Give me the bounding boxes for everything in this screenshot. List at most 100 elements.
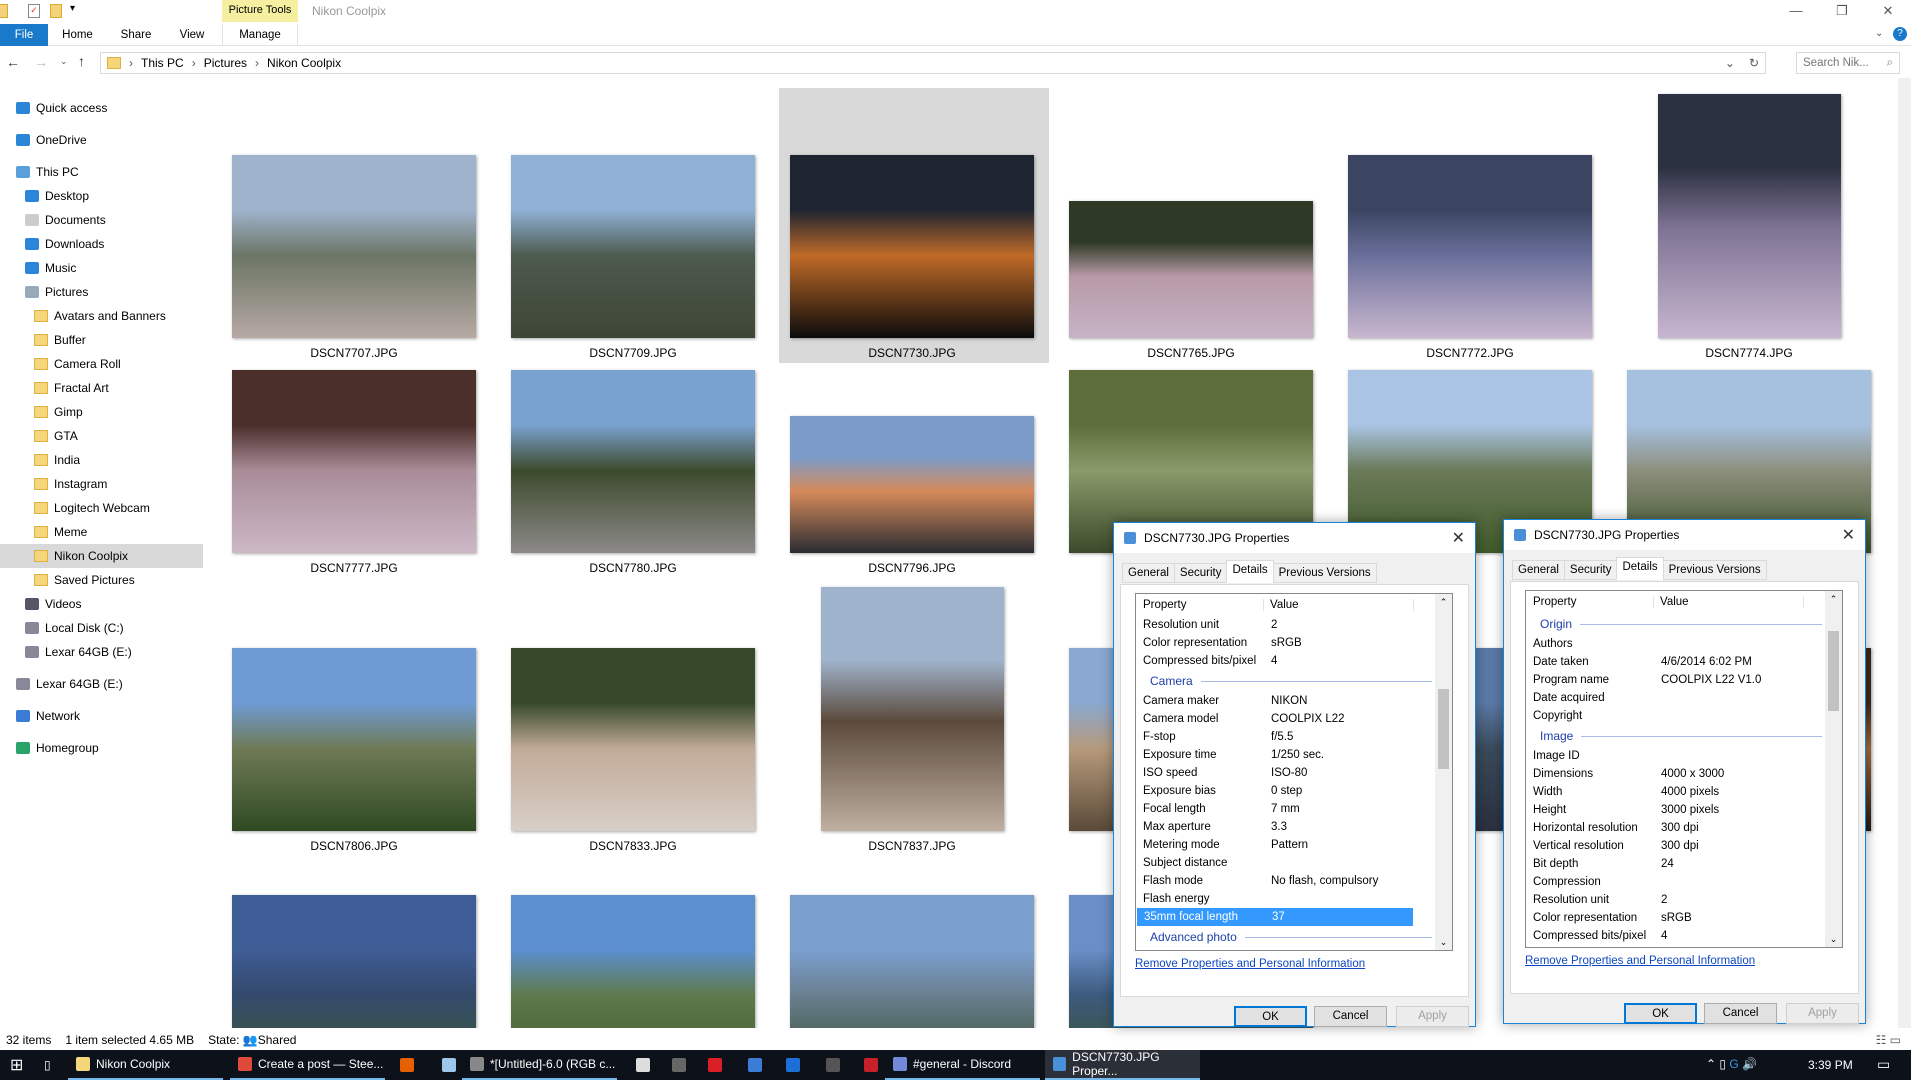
sidebar-item[interactable]: Buffer [0,328,203,352]
tab-general[interactable]: General [1512,560,1565,580]
property-row[interactable]: Color representation sRGB [1136,634,1452,652]
close-button[interactable]: ✕ [1865,0,1911,22]
image-thumbnail[interactable] [511,648,755,831]
sidebar-item[interactable]: Logitech Webcam [0,496,203,520]
tab-manage[interactable]: Manage [222,24,298,46]
tab-general[interactable]: General [1122,563,1175,583]
recent-locations-button[interactable]: ⌄ [60,56,68,67]
property-row[interactable]: Height 3000 pixels [1526,801,1842,819]
task-view-button[interactable]: ▯ [36,1050,51,1080]
column-header-value[interactable]: Value [1654,596,1804,608]
sidebar-item[interactable]: OneDrive [0,128,203,152]
sidebar-item[interactable]: Videos [0,592,203,616]
sidebar-item[interactable]: Downloads [0,232,203,256]
property-row[interactable]: Metering mode Pattern [1136,836,1452,854]
image-thumbnail[interactable] [1657,94,1841,338]
sidebar-item[interactable]: Desktop [0,184,203,208]
tab-details[interactable]: Details [1616,557,1664,580]
back-button[interactable]: ← [6,54,20,70]
sidebar-item[interactable]: Documents [0,208,203,232]
tab-previous-versions[interactable]: Previous Versions [1272,563,1377,583]
close-icon[interactable]: ✕ [1842,525,1855,545]
action-center-icon[interactable]: ▭ [1877,1056,1890,1073]
clock[interactable]: 3:39 PM [1808,1058,1853,1072]
help-icon[interactable]: ? [1893,27,1907,41]
taskbar-item[interactable] [392,1050,422,1080]
property-row[interactable]: Compressed bits/pixel 4 [1136,652,1452,670]
property-row[interactable]: Resolution unit 2 [1526,891,1842,909]
image-thumbnail[interactable] [232,370,476,553]
image-thumbnail[interactable] [511,895,755,1028]
maximize-button[interactable]: ❐ [1819,0,1865,22]
property-row[interactable]: Exposure bias 0 step [1136,782,1452,800]
sidebar-item[interactable]: Nikon Coolpix [0,544,203,568]
taskbar-item[interactable] [434,1050,464,1080]
property-row[interactable]: Program name COOLPIX L22 V1.0 [1526,671,1842,689]
property-row[interactable]: Resolution unit 2 [1136,616,1452,634]
property-row[interactable]: Copyright [1526,707,1842,725]
up-button[interactable]: ↑ [78,53,85,69]
sidebar-item[interactable]: Lexar 64GB (E:) [0,672,203,696]
property-row[interactable]: Vertical resolution 300 dpi [1526,837,1842,855]
property-row[interactable]: Date acquired [1526,689,1842,707]
sidebar-item[interactable]: Meme [0,520,203,544]
property-row[interactable]: Focal length 7 mm [1136,800,1452,818]
sidebar-item[interactable]: This PC [0,160,203,184]
sidebar-item[interactable]: Lexar 64GB (E:) [0,640,203,664]
property-row[interactable]: Authors [1526,635,1842,653]
sidebar-item[interactable]: Local Disk (C:) [0,616,203,640]
image-thumbnail[interactable] [790,155,1034,338]
image-thumbnail[interactable] [511,370,755,553]
refresh-icon[interactable]: ↻ [1749,56,1759,70]
sidebar-item[interactable]: India [0,448,203,472]
breadcrumb-nikon-coolpix[interactable]: Nikon Coolpix [267,56,341,70]
sidebar-item[interactable]: Network [0,704,203,728]
taskbar-item[interactable]: *[Untitled]-6.0 (RGB c... [462,1050,617,1080]
property-row[interactable]: Flash energy [1136,890,1452,908]
taskbar-item[interactable] [740,1050,770,1080]
apply-button[interactable]: Apply [1396,1006,1469,1027]
property-row[interactable]: Compression [1526,873,1842,891]
sidebar-item[interactable]: Fractal Art [0,376,203,400]
column-header-property[interactable]: Property [1136,599,1264,611]
sidebar-item[interactable]: Gimp [0,400,203,424]
sidebar-item[interactable]: Music [0,256,203,280]
image-thumbnail[interactable] [232,895,476,1028]
tab-home[interactable]: Home [55,24,100,46]
minimize-button[interactable]: — [1773,0,1819,22]
taskbar-item[interactable] [778,1050,808,1080]
view-toggle-icons[interactable]: ☷ ▭ [1876,1033,1901,1047]
properties-icon[interactable]: ✓ [28,4,40,18]
start-button[interactable]: ⊞ [2,1050,23,1080]
property-row[interactable]: F-stop f/5.5 [1136,728,1452,746]
address-bar[interactable]: › This PC › Pictures › Nikon Coolpix ⌄ ↻ [100,52,1766,74]
taskbar-item[interactable] [818,1050,848,1080]
expand-ribbon-icon[interactable]: ⌄ [1875,28,1883,39]
tab-share[interactable]: Share [112,24,160,46]
property-row[interactable]: Camera model COOLPIX L22 [1136,710,1452,728]
property-row[interactable]: Max aperture 3.3 [1136,818,1452,836]
property-row[interactable]: Exposure time 1/250 sec. [1136,746,1452,764]
sidebar-item[interactable]: Saved Pictures [0,568,203,592]
taskbar-item[interactable] [700,1050,730,1080]
tab-details[interactable]: Details [1226,560,1274,583]
property-row[interactable]: Date taken 4/6/2014 6:02 PM [1526,653,1842,671]
sidebar-item[interactable]: Camera Roll [0,352,203,376]
sidebar-item[interactable]: Pictures [0,280,203,304]
tab-file[interactable]: File [0,24,48,46]
property-row[interactable]: Camera maker NIKON [1136,692,1452,710]
image-thumbnail[interactable] [790,416,1034,553]
tab-view[interactable]: View [170,24,214,46]
address-dropdown-icon[interactable]: ⌄ [1725,56,1735,70]
breadcrumb-pictures[interactable]: Pictures [204,56,247,70]
tab-previous-versions[interactable]: Previous Versions [1662,560,1767,580]
list-scrollbar[interactable]: ⌃ ⌄ [1435,594,1452,950]
column-header-property[interactable]: Property [1526,596,1654,608]
vertical-scrollbar[interactable] [1898,78,1911,1028]
property-row[interactable]: Width 4000 pixels [1526,783,1842,801]
breadcrumb-this-pc[interactable]: This PC [141,56,184,70]
property-row[interactable]: ISO speed ISO-80 [1136,764,1452,782]
column-header-value[interactable]: Value [1264,599,1414,611]
property-row[interactable]: Horizontal resolution 300 dpi [1526,819,1842,837]
image-thumbnail[interactable] [1069,201,1313,338]
